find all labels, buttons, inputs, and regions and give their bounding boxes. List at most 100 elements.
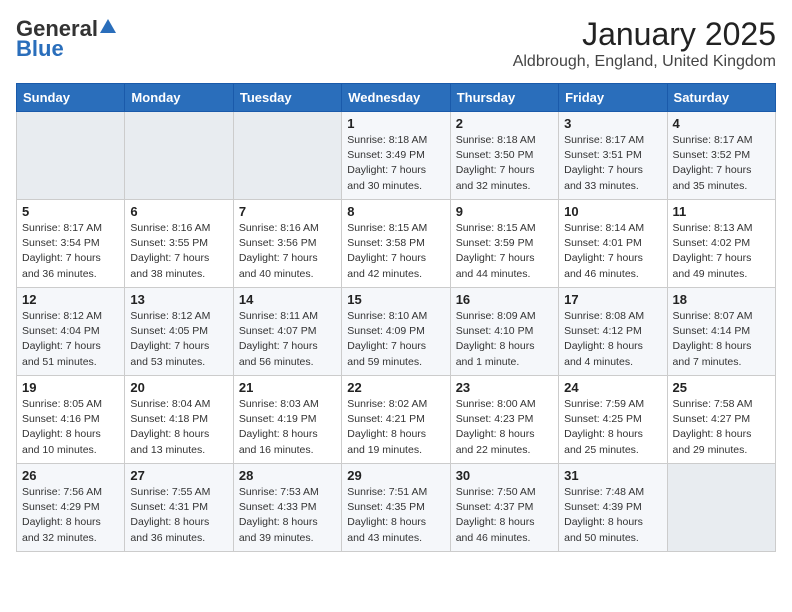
day-info: Sunrise: 8:12 AM Sunset: 4:05 PM Dayligh… (130, 309, 227, 370)
calendar-cell: 20 Sunrise: 8:04 AM Sunset: 4:18 PM Dayli… (125, 376, 233, 464)
day-info: Sunrise: 8:02 AM Sunset: 4:21 PM Dayligh… (347, 397, 444, 458)
day-number: 6 (130, 204, 227, 219)
day-number: 31 (564, 468, 661, 483)
day-info: Sunrise: 8:07 AM Sunset: 4:14 PM Dayligh… (673, 309, 770, 370)
day-info: Sunrise: 7:48 AM Sunset: 4:39 PM Dayligh… (564, 485, 661, 546)
calendar-cell: 30Sunrise: 7:50 AM Sunset: 4:37 PM Dayli… (450, 464, 558, 552)
day-info: Sunrise: 8:17 AM Sunset: 3:54 PM Dayligh… (22, 221, 119, 282)
day-number: 7 (239, 204, 336, 219)
calendar-cell: 26 Sunrise: 7:56 AM Sunset: 4:29 PM Dayli… (17, 464, 125, 552)
calendar-cell: 27 Sunrise: 7:55 AM Sunset: 4:31 PM Dayli… (125, 464, 233, 552)
calendar-cell (125, 112, 233, 200)
day-number: 12 (22, 292, 119, 307)
page-header: General Blue January 2025 Aldbrough, Eng… (16, 16, 776, 71)
day-info: Sunrise: 8:08 AM Sunset: 4:12 PM Dayligh… (564, 309, 661, 370)
calendar-cell (17, 112, 125, 200)
calendar-cell: 19 Sunrise: 8:05 AM Sunset: 4:16 PM Dayli… (17, 376, 125, 464)
day-number: 19 (22, 380, 119, 395)
location-subtitle: Aldbrough, England, United Kingdom (513, 53, 776, 71)
weekday-header-friday: Friday (559, 84, 667, 112)
calendar-cell (233, 112, 341, 200)
day-info: Sunrise: 8:17 AM Sunset: 3:51 PM Dayligh… (564, 133, 661, 194)
day-number: 26 (22, 468, 119, 483)
day-number: 22 (347, 380, 444, 395)
day-info: Sunrise: 7:50 AM Sunset: 4:37 PM Dayligh… (456, 485, 553, 546)
day-number: 9 (456, 204, 553, 219)
day-number: 17 (564, 292, 661, 307)
calendar-cell: 2Sunrise: 8:18 AM Sunset: 3:50 PM Daylig… (450, 112, 558, 200)
day-info: Sunrise: 8:15 AM Sunset: 3:58 PM Dayligh… (347, 221, 444, 282)
calendar-cell: 8Sunrise: 8:15 AM Sunset: 3:58 PM Daylig… (342, 200, 450, 288)
calendar-cell: 11Sunrise: 8:13 AM Sunset: 4:02 PM Dayli… (667, 200, 775, 288)
weekday-header-row: SundayMondayTuesdayWednesdayThursdayFrid… (17, 84, 776, 112)
calendar-cell (667, 464, 775, 552)
weekday-header-wednesday: Wednesday (342, 84, 450, 112)
day-info: Sunrise: 7:51 AM Sunset: 4:35 PM Dayligh… (347, 485, 444, 546)
weekday-header-sunday: Sunday (17, 84, 125, 112)
calendar-week-3: 12Sunrise: 8:12 AM Sunset: 4:04 PM Dayli… (17, 288, 776, 376)
calendar-cell: 1 Sunrise: 8:18 AM Sunset: 3:49 PM Daylig… (342, 112, 450, 200)
day-info: Sunrise: 7:55 AM Sunset: 4:31 PM Dayligh… (130, 485, 227, 546)
day-number: 23 (456, 380, 553, 395)
logo-triangle-icon (100, 19, 116, 35)
title-block: January 2025 Aldbrough, England, United … (513, 16, 776, 71)
calendar-cell: 16 Sunrise: 8:09 AM Sunset: 4:10 PM Dayli… (450, 288, 558, 376)
day-number: 5 (22, 204, 119, 219)
day-info: Sunrise: 8:04 AM Sunset: 4:18 PM Dayligh… (130, 397, 227, 458)
day-number: 27 (130, 468, 227, 483)
calendar-cell: 6 Sunrise: 8:16 AM Sunset: 3:55 PM Daylig… (125, 200, 233, 288)
day-info: Sunrise: 8:05 AM Sunset: 4:16 PM Dayligh… (22, 397, 119, 458)
day-info: Sunrise: 8:09 AM Sunset: 4:10 PM Dayligh… (456, 309, 553, 370)
day-info: Sunrise: 8:11 AM Sunset: 4:07 PM Dayligh… (239, 309, 336, 370)
calendar-cell: 12Sunrise: 8:12 AM Sunset: 4:04 PM Dayli… (17, 288, 125, 376)
calendar-cell: 21 Sunrise: 8:03 AM Sunset: 4:19 PM Dayli… (233, 376, 341, 464)
day-number: 28 (239, 468, 336, 483)
calendar-cell: 25 Sunrise: 7:58 AM Sunset: 4:27 PM Dayli… (667, 376, 775, 464)
day-number: 2 (456, 116, 553, 131)
day-number: 20 (130, 380, 227, 395)
day-number: 1 (347, 116, 444, 131)
calendar-cell: 18 Sunrise: 8:07 AM Sunset: 4:14 PM Dayli… (667, 288, 775, 376)
calendar-cell: 10 Sunrise: 8:14 AM Sunset: 4:01 PM Dayli… (559, 200, 667, 288)
day-number: 14 (239, 292, 336, 307)
calendar-week-5: 26 Sunrise: 7:56 AM Sunset: 4:29 PM Dayli… (17, 464, 776, 552)
calendar-week-2: 5 Sunrise: 8:17 AM Sunset: 3:54 PM Daylig… (17, 200, 776, 288)
logo-blue-text: Blue (16, 36, 64, 62)
calendar-cell: 4Sunrise: 8:17 AM Sunset: 3:52 PM Daylig… (667, 112, 775, 200)
day-info: Sunrise: 8:03 AM Sunset: 4:19 PM Dayligh… (239, 397, 336, 458)
calendar-week-1: 1 Sunrise: 8:18 AM Sunset: 3:49 PM Daylig… (17, 112, 776, 200)
day-info: Sunrise: 8:16 AM Sunset: 3:56 PM Dayligh… (239, 221, 336, 282)
calendar-week-4: 19 Sunrise: 8:05 AM Sunset: 4:16 PM Dayli… (17, 376, 776, 464)
calendar-cell: 14 Sunrise: 8:11 AM Sunset: 4:07 PM Dayli… (233, 288, 341, 376)
day-number: 11 (673, 204, 770, 219)
calendar-cell: 5 Sunrise: 8:17 AM Sunset: 3:54 PM Daylig… (17, 200, 125, 288)
calendar-cell: 24Sunrise: 7:59 AM Sunset: 4:25 PM Dayli… (559, 376, 667, 464)
day-number: 21 (239, 380, 336, 395)
day-info: Sunrise: 8:16 AM Sunset: 3:55 PM Dayligh… (130, 221, 227, 282)
calendar-cell: 7 Sunrise: 8:16 AM Sunset: 3:56 PM Daylig… (233, 200, 341, 288)
calendar-cell: 13Sunrise: 8:12 AM Sunset: 4:05 PM Dayli… (125, 288, 233, 376)
day-number: 16 (456, 292, 553, 307)
day-number: 25 (673, 380, 770, 395)
day-number: 10 (564, 204, 661, 219)
calendar-cell: 23 Sunrise: 8:00 AM Sunset: 4:23 PM Dayli… (450, 376, 558, 464)
day-info: Sunrise: 8:10 AM Sunset: 4:09 PM Dayligh… (347, 309, 444, 370)
day-number: 18 (673, 292, 770, 307)
day-number: 29 (347, 468, 444, 483)
weekday-header-thursday: Thursday (450, 84, 558, 112)
day-info: Sunrise: 7:58 AM Sunset: 4:27 PM Dayligh… (673, 397, 770, 458)
calendar-cell: 3Sunrise: 8:17 AM Sunset: 3:51 PM Daylig… (559, 112, 667, 200)
day-number: 15 (347, 292, 444, 307)
calendar-cell: 31 Sunrise: 7:48 AM Sunset: 4:39 PM Dayli… (559, 464, 667, 552)
calendar-cell: 28 Sunrise: 7:53 AM Sunset: 4:33 PM Dayli… (233, 464, 341, 552)
day-info: Sunrise: 7:56 AM Sunset: 4:29 PM Dayligh… (22, 485, 119, 546)
calendar-cell: 22 Sunrise: 8:02 AM Sunset: 4:21 PM Dayli… (342, 376, 450, 464)
month-title: January 2025 (513, 16, 776, 53)
day-info: Sunrise: 7:53 AM Sunset: 4:33 PM Dayligh… (239, 485, 336, 546)
day-info: Sunrise: 8:15 AM Sunset: 3:59 PM Dayligh… (456, 221, 553, 282)
logo: General Blue (16, 16, 116, 62)
day-info: Sunrise: 8:00 AM Sunset: 4:23 PM Dayligh… (456, 397, 553, 458)
day-info: Sunrise: 8:14 AM Sunset: 4:01 PM Dayligh… (564, 221, 661, 282)
day-info: Sunrise: 8:18 AM Sunset: 3:49 PM Dayligh… (347, 133, 444, 194)
weekday-header-saturday: Saturday (667, 84, 775, 112)
